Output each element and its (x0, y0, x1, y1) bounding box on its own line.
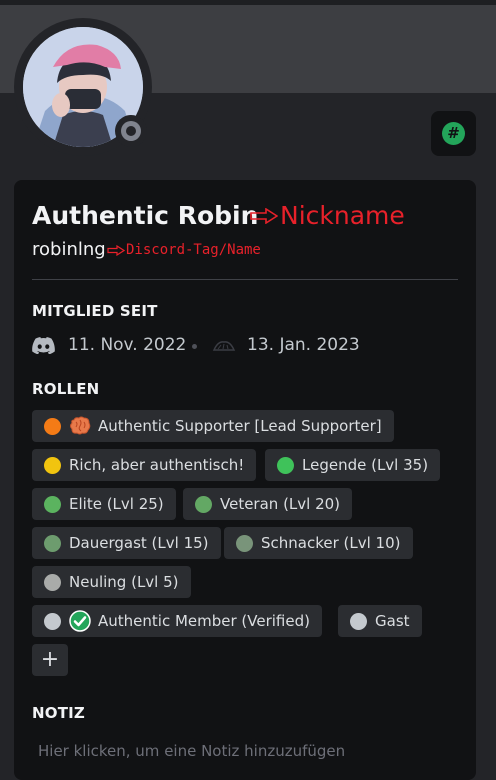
server-icon (212, 341, 236, 351)
discord-tag-annotation: Discord-Tag/Name (126, 242, 261, 258)
roles-heading: ROLLEN (32, 380, 100, 398)
role-label: Dauergast (Lvl 15) (69, 534, 209, 552)
role-label: Gast (375, 612, 410, 630)
role-pill[interactable]: Gast (338, 605, 422, 637)
arrow-right-icon (250, 208, 278, 224)
arrow-right-icon (107, 245, 125, 256)
hashtag-icon: # (442, 122, 465, 145)
offline-status-icon (121, 121, 141, 141)
avatar[interactable] (14, 18, 152, 156)
role-label: Schnacker (Lvl 10) (261, 534, 401, 552)
role-pill[interactable]: Neuling (Lvl 5) (32, 566, 191, 598)
status-indicator (115, 115, 147, 147)
role-color-dot (44, 534, 61, 552)
role-label: Legende (Lvl 35) (302, 456, 429, 474)
role-label: Authentic Supporter [Lead Supporter] (98, 417, 382, 435)
role-label: Veteran (Lvl 20) (220, 495, 341, 513)
nickname-annotation: Nickname (280, 201, 405, 230)
role-label: Rich, aber authentisch! (69, 456, 245, 474)
role-color-dot (44, 417, 61, 435)
role-color-dot (277, 456, 294, 474)
role-pill[interactable]: Legende (Lvl 35) (265, 449, 441, 481)
role-pill[interactable]: Dauergast (Lvl 15) (32, 527, 221, 559)
role-color-dot (44, 495, 61, 513)
discord-logo-icon (32, 337, 55, 354)
role-color-dot (44, 612, 61, 630)
discord-join-date: 11. Nov. 2022 (68, 335, 187, 355)
role-pill[interactable]: Authentic Member (Verified) (32, 605, 322, 637)
divider (32, 279, 458, 280)
brain-icon (69, 415, 91, 437)
role-color-dot (236, 534, 253, 552)
role-pill[interactable]: Authentic Supporter [Lead Supporter] (32, 410, 394, 442)
member-since-row: 11. Nov. 2022 13. Jan. 2023 (32, 333, 462, 359)
role-color-dot (44, 573, 61, 591)
profile-card: Authentic Robin Nickname robinlng Discor… (14, 180, 476, 780)
display-name: Authentic Robin (32, 201, 259, 230)
role-pill[interactable]: Elite (Lvl 25) (32, 488, 176, 520)
role-color-dot (350, 612, 367, 630)
role-label: Elite (Lvl 25) (69, 495, 164, 513)
check-mark-icon (69, 610, 91, 632)
role-pill[interactable]: Rich, aber authentisch! (32, 449, 257, 481)
username: robinlng (32, 239, 106, 260)
role-pill[interactable]: Schnacker (Lvl 10) (224, 527, 413, 559)
note-heading: NOTIZ (32, 704, 85, 722)
note-input[interactable]: Hier klicken, um eine Notiz hinzuzufügen (38, 742, 345, 760)
role-label: Neuling (Lvl 5) (69, 573, 179, 591)
separator-dot (192, 344, 197, 349)
server-badge[interactable]: # (431, 111, 476, 156)
add-role-button[interactable]: + (32, 644, 68, 676)
window-top-edge (0, 0, 496, 5)
role-color-dot (44, 456, 61, 474)
role-label: Authentic Member (Verified) (98, 612, 310, 630)
server-join-date: 13. Jan. 2023 (247, 335, 360, 355)
role-pill[interactable]: Veteran (Lvl 20) (183, 488, 353, 520)
member-since-heading: MITGLIED SEIT (32, 302, 158, 320)
role-color-dot (195, 495, 212, 513)
